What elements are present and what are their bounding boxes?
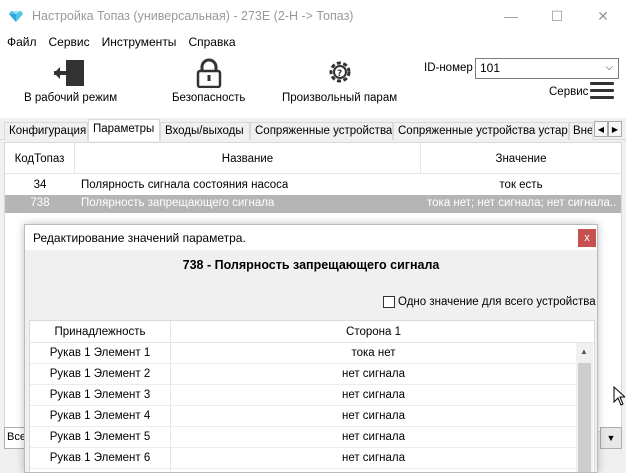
column-code[interactable]: КодТопаз — [5, 143, 75, 174]
dialog-parameter-heading: 738 - Полярность запрещающего сигнала — [182, 258, 440, 272]
row-value: нет сигнала — [341, 368, 406, 380]
row-owner: Рукав 1 Элемент 3 — [49, 389, 151, 401]
mouse-cursor-icon — [613, 386, 625, 406]
table-row[interactable]: Рукав 1 Элемент 2 нет сигнала — [30, 364, 576, 385]
close-button[interactable]: ✕ — [580, 0, 626, 32]
column-side-1[interactable]: Сторона 1 — [171, 321, 576, 343]
row-value: нет сигнала — [341, 452, 406, 464]
table-row[interactable]: Рукав 1 Элемент 1 тока нет — [30, 343, 576, 364]
tab-inputs-outputs[interactable]: Входы/выходы — [160, 122, 250, 140]
table-row[interactable]: Рукав 1 Элемент 5 нет сигнала — [30, 427, 576, 448]
table-row[interactable]: Рукав 1 Элемент 3 нет сигнала — [30, 385, 576, 406]
window-title: Настройка Топаз (универсальная) - 273Е (… — [32, 9, 354, 23]
dialog-close-button[interactable]: x — [578, 229, 596, 247]
row-name: Полярность запрещающего сигнала — [81, 197, 275, 209]
tab-more[interactable]: Вне — [569, 122, 593, 140]
title-bar: Настройка Топаз (универсальная) - 273Е (… — [0, 0, 626, 32]
row-code: 738 — [30, 197, 50, 209]
scroll-up-icon[interactable]: ▲ — [580, 347, 588, 356]
row-owner: Рукав 1 Элемент 5 — [49, 431, 151, 443]
column-owner[interactable]: Принадлежность — [30, 321, 171, 343]
maximize-button[interactable]: ☐ — [534, 0, 580, 32]
column-name[interactable]: Название — [75, 143, 421, 174]
row-owner: Рукав 1 Элемент 2 — [49, 368, 151, 380]
edit-parameter-dialog: Редактирование значений параметра. x 738… — [24, 224, 598, 473]
row-code: 34 — [33, 179, 47, 191]
menu-file[interactable]: Файл — [0, 35, 43, 49]
column-value[interactable]: Значение — [421, 143, 621, 174]
grid-header: КодТопаз Название Значение — [5, 143, 621, 174]
tab-bar: Конфигурация Параметры Входы/выходы Сопр… — [0, 118, 626, 141]
row-owner: Рукав 1 Элемент 1 — [49, 347, 151, 359]
lock-icon — [196, 58, 221, 88]
row-value: нет сигнала — [341, 431, 406, 443]
table-row[interactable]: Рукав 1 Элемент 4 нет сигнала — [30, 406, 576, 427]
minimize-button[interactable]: — — [488, 0, 534, 32]
row-value: ток есть — [499, 179, 543, 191]
dialog-grid-header: Принадлежность Сторона 1 — [30, 321, 594, 343]
menu-icon[interactable] — [590, 82, 614, 102]
diamond-app-icon — [9, 11, 23, 22]
dropdown-arrow-icon[interactable]: ▼ — [600, 427, 622, 449]
dialog-title-bar: Редактирование значений параметра. x — [25, 225, 597, 250]
toolbar: В рабочий режим Безопасность ? Произволь… — [0, 52, 626, 118]
svg-text:?: ? — [337, 69, 342, 79]
tab-scroll-left-icon[interactable]: ◀ — [594, 121, 608, 137]
security-label: Безопасность — [172, 92, 246, 104]
single-value-checkbox[interactable]: Одно значение для всего устройства — [383, 296, 596, 308]
dialog-values-grid: Принадлежность Сторона 1 Рукав 1 Элемент… — [29, 320, 595, 472]
row-value: нет сигнала — [341, 410, 406, 422]
work-mode-button[interactable]: В рабочий режим — [24, 58, 117, 104]
tab-scroll-right-icon[interactable]: ▶ — [608, 121, 622, 137]
vertical-scrollbar[interactable]: ▲ — [576, 343, 593, 472]
row-value: тока нет — [351, 347, 396, 359]
row-owner: Рукав 1 Элемент 4 — [49, 410, 151, 422]
filter-field[interactable]: Все — [4, 427, 26, 449]
row-owner: Рукав 1 Элемент 6 — [49, 452, 151, 464]
row-value: нет сигнала — [341, 389, 406, 401]
id-number-value: 101 — [480, 61, 501, 75]
scrollbar-thumb[interactable] — [578, 363, 591, 472]
menu-tools[interactable]: Инструменты — [96, 35, 183, 49]
gear-question-icon: ? — [329, 61, 351, 83]
table-row[interactable]: 34 Полярность сигнала состояния насоса т… — [5, 177, 621, 195]
tab-linked-devices-legacy[interactable]: Сопряженные устройства устар. — [393, 122, 569, 140]
exit-door-icon — [53, 60, 84, 86]
work-mode-label: В рабочий режим — [24, 92, 118, 104]
id-number-select[interactable]: 101 ⌵ — [475, 58, 619, 79]
tab-linked-devices[interactable]: Сопряженные устройства — [250, 122, 393, 140]
menu-help[interactable]: Справка — [182, 35, 241, 49]
menu-service[interactable]: Сервис — [43, 35, 96, 49]
service-label: Сервис — [549, 86, 589, 98]
tab-configuration[interactable]: Конфигурация — [4, 122, 88, 140]
custom-param-button[interactable]: ? Произвольный парам — [282, 58, 397, 104]
dialog-title: Редактирование значений параметра. — [33, 231, 246, 245]
row-name: Полярность сигнала состояния насоса — [81, 179, 289, 191]
row-value: тока нет; нет сигнала; нет сигнала... — [427, 197, 617, 209]
single-value-label: Одно значение для всего устройства — [398, 296, 596, 308]
id-number-label: ID-номер — [424, 62, 473, 74]
custom-param-label: Произвольный парам — [282, 92, 398, 104]
checkbox-icon[interactable] — [383, 296, 395, 308]
table-row-selected[interactable]: 738 Полярность запрещающего сигнала тока… — [5, 195, 621, 213]
tab-parameters[interactable]: Параметры — [88, 119, 160, 141]
menu-bar: Файл Сервис Инструменты Справка — [0, 32, 626, 52]
security-button[interactable]: Безопасность — [172, 58, 245, 104]
chevron-down-icon: ⌵ — [605, 62, 613, 73]
table-row[interactable]: Рукав 1 Элемент 6 нет сигнала — [30, 448, 576, 469]
